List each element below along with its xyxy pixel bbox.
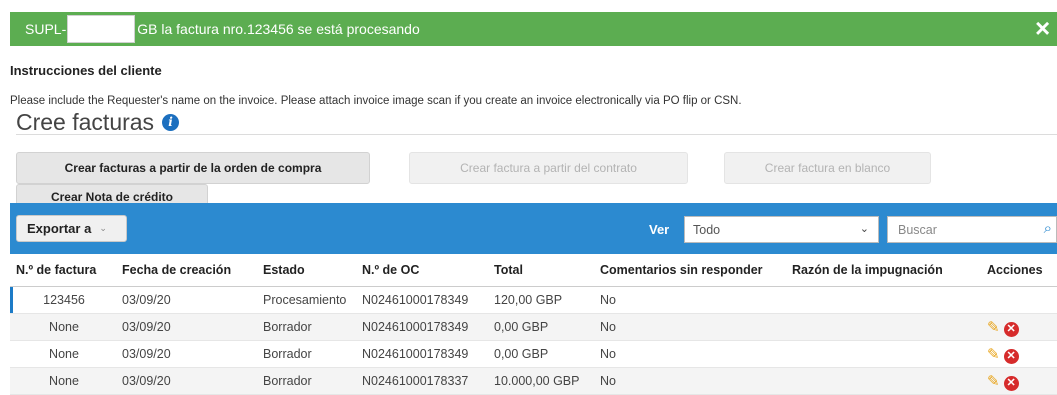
- chevron-down-icon: ⌄: [859, 223, 869, 235]
- column-header-po-number[interactable]: N.º de OC: [356, 254, 488, 287]
- delete-icon[interactable]: ✕: [1003, 321, 1019, 337]
- invoices-table: N.º de factura Fecha de creación Estado …: [10, 254, 1057, 395]
- status: Borrador: [257, 367, 356, 395]
- creation-date: 03/09/20: [116, 286, 257, 314]
- banner-message: GB la factura nro.123456 se está procesa…: [137, 21, 420, 37]
- invoice-number-link[interactable]: None: [10, 313, 116, 341]
- edit-pencil-icon[interactable]: ✎: [987, 346, 1000, 363]
- status: Borrador: [257, 313, 356, 341]
- table-row[interactable]: 123456 03/09/20 Procesamiento N024610001…: [10, 286, 1057, 314]
- column-header-status[interactable]: Estado: [257, 254, 356, 287]
- delete-icon[interactable]: ✕: [1003, 348, 1019, 364]
- status: Borrador: [257, 340, 356, 368]
- search-placeholder: Buscar: [898, 222, 937, 237]
- po-number-link[interactable]: N02461000178349: [356, 286, 488, 314]
- dispute-reason: [786, 313, 981, 341]
- actions-cell: ✎ ✕: [981, 367, 1057, 395]
- redacted-supplier-id: [67, 15, 136, 43]
- table-row[interactable]: None 03/09/20 Borrador N02461000178337 1…: [10, 367, 1057, 395]
- customer-instructions-title: Instrucciones del cliente: [10, 63, 162, 78]
- page-title: Cree facturas i: [16, 109, 180, 136]
- creation-date: 03/09/20: [116, 367, 257, 395]
- total: 0,00 GBP: [488, 340, 594, 368]
- unanswered-comments: No: [594, 286, 786, 314]
- search-icon[interactable]: ⌕: [1044, 220, 1052, 237]
- banner-supplier-prefix: SUPL-: [25, 21, 67, 37]
- column-header-dispute-reason[interactable]: Razón de la impugnación: [786, 254, 981, 287]
- total: 0,00 GBP: [488, 313, 594, 341]
- actions-cell: [981, 286, 1057, 314]
- creation-date: 03/09/20: [116, 340, 257, 368]
- delete-icon[interactable]: ✕: [1003, 375, 1019, 391]
- customer-instructions-text: Please include the Requester's name on t…: [10, 95, 742, 107]
- export-label: Exportar a: [27, 221, 92, 236]
- chevron-down-icon: ⌄: [99, 223, 107, 233]
- info-icon[interactable]: i: [162, 114, 180, 131]
- table-row[interactable]: None 03/09/20 Borrador N02461000178349 0…: [10, 313, 1057, 341]
- invoice-number-link[interactable]: 123456: [10, 286, 116, 314]
- table-header-row: N.º de factura Fecha de creación Estado …: [10, 254, 1057, 287]
- dispute-reason: [786, 286, 981, 314]
- create-blank-invoice-button[interactable]: Crear factura en blanco: [724, 152, 931, 184]
- view-select[interactable]: Todo ⌄: [684, 216, 879, 243]
- table-row[interactable]: None 03/09/20 Borrador N02461000178349 0…: [10, 340, 1057, 368]
- divider: [16, 134, 1057, 135]
- status: Procesamiento: [257, 286, 356, 314]
- po-number-link[interactable]: N02461000178349: [356, 313, 488, 341]
- create-invoice-from-po-button[interactable]: Crear facturas a partir de la orden de c…: [16, 152, 370, 184]
- export-dropdown[interactable]: Exportar a ⌄: [16, 215, 127, 242]
- view-select-value: Todo: [693, 222, 721, 237]
- column-header-total[interactable]: Total: [488, 254, 594, 287]
- unanswered-comments: No: [594, 367, 786, 395]
- dispute-reason: [786, 367, 981, 395]
- unanswered-comments: No: [594, 313, 786, 341]
- column-header-actions: Acciones: [981, 254, 1057, 287]
- unanswered-comments: No: [594, 340, 786, 368]
- dispute-reason: [786, 340, 981, 368]
- view-label: Ver: [649, 222, 670, 237]
- success-banner: SUPL- GB la factura nro.123456 se está p…: [10, 12, 1057, 46]
- table-toolbar: Exportar a ⌄ Ver Todo ⌄ Buscar ⌕: [10, 203, 1057, 254]
- invoice-number-link[interactable]: None: [10, 340, 116, 368]
- actions-cell: ✎ ✕: [981, 313, 1057, 341]
- creation-date: 03/09/20: [116, 313, 257, 341]
- search-input[interactable]: Buscar ⌕: [887, 216, 1057, 243]
- close-icon[interactable]: ×: [1035, 14, 1057, 42]
- column-header-invoice-number[interactable]: N.º de factura: [10, 254, 116, 287]
- invoice-number-link[interactable]: None: [10, 367, 116, 395]
- po-number-link[interactable]: N02461000178337: [356, 367, 488, 395]
- column-header-unanswered-comments[interactable]: Comentarios sin responder: [594, 254, 786, 287]
- column-header-creation-date[interactable]: Fecha de creación: [116, 254, 257, 287]
- edit-pencil-icon[interactable]: ✎: [987, 319, 1000, 336]
- total: 120,00 GBP: [488, 286, 594, 314]
- page-title-text: Cree facturas: [16, 109, 155, 135]
- create-invoice-from-contract-button[interactable]: Crear factura a partir del contrato: [409, 152, 688, 184]
- total: 10.000,00 GBP: [488, 367, 594, 395]
- edit-pencil-icon[interactable]: ✎: [987, 373, 1000, 390]
- po-number-link[interactable]: N02461000178349: [356, 340, 488, 368]
- actions-cell: ✎ ✕: [981, 340, 1057, 368]
